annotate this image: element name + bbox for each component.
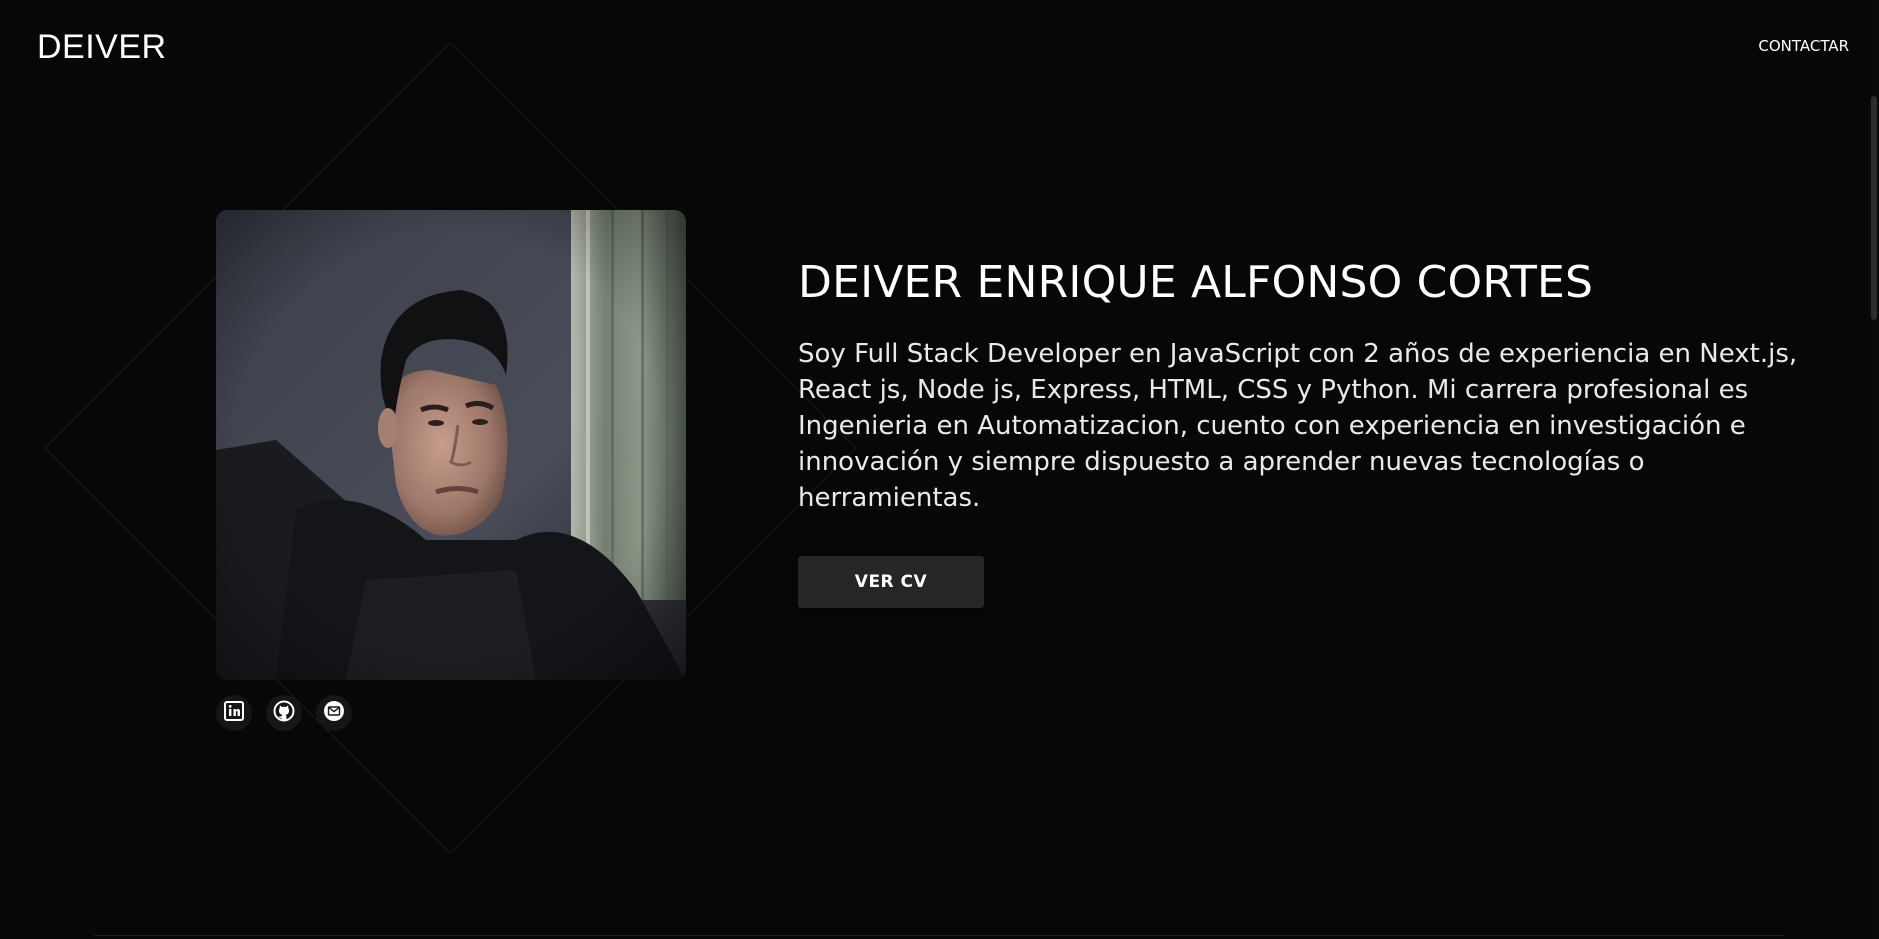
github-icon [273,700,295,726]
scrollbar-track[interactable] [1867,0,1879,939]
linkedin-button[interactable] [216,695,252,731]
mail-icon [323,700,345,726]
github-button[interactable] [266,695,302,731]
hero-bio: Soy Full Stack Developer en JavaScript c… [798,339,1798,513]
scrollbar-thumb[interactable] [1871,96,1877,320]
portfolio-page: DEIVER CONTACTAR DEIVER ENRIQUE ALFONSO … [0,0,1879,939]
profile-photo [216,210,686,680]
site-logo[interactable]: DEIVER [37,25,167,69]
social-links [216,695,352,731]
view-cv-button[interactable]: VER CV [798,556,984,608]
section-divider [94,935,1784,936]
nav-contact-link[interactable]: CONTACTAR [1758,36,1849,56]
email-button[interactable] [316,695,352,731]
linkedin-icon [224,701,244,725]
hero-name: DEIVER ENRIQUE ALFONSO CORTES [798,257,1594,308]
